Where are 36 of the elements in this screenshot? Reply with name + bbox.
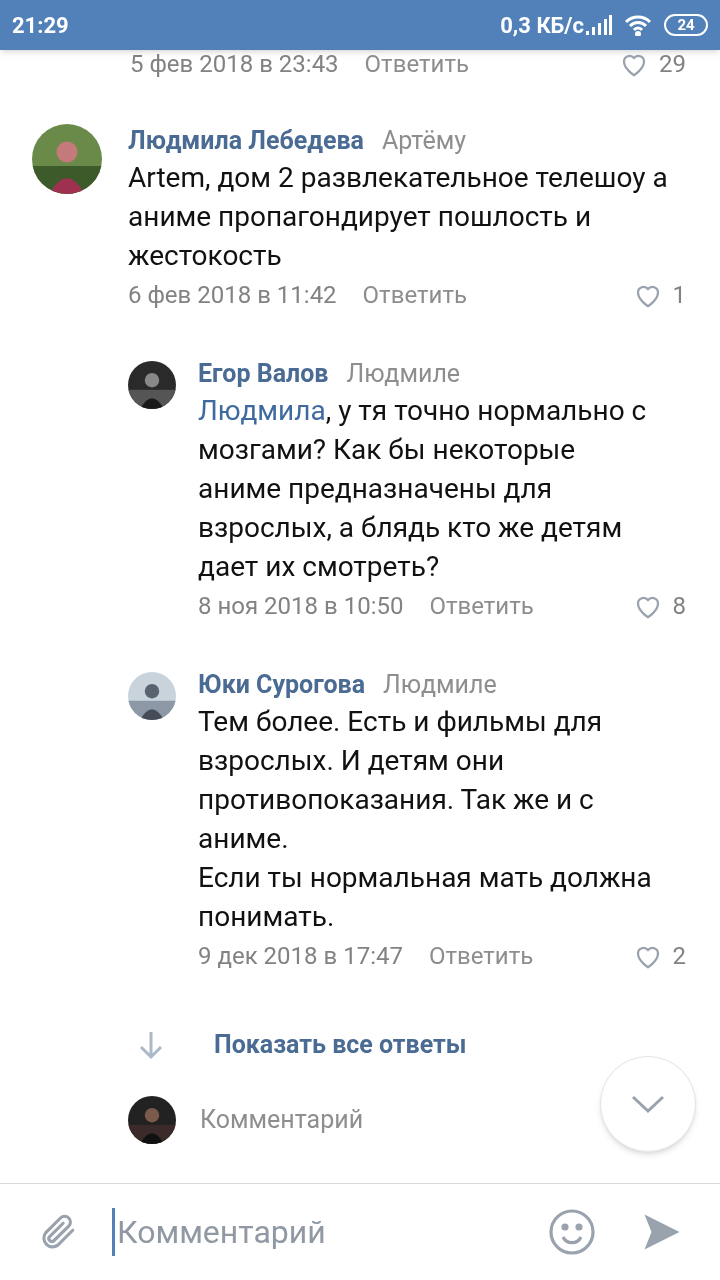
reply-input-field[interactable]: Комментарий bbox=[200, 1101, 560, 1139]
clock: 21:29 bbox=[12, 11, 69, 40]
chevron-down-icon bbox=[631, 1094, 665, 1114]
wifi-icon bbox=[624, 14, 652, 36]
avatar[interactable] bbox=[128, 672, 176, 720]
reply-button[interactable]: Ответить bbox=[429, 588, 534, 624]
comment-text: Тем более. Есть и фильмы для взрослых. И детям они противопоказания. Так же и с аниме. Если ты нормальная мать должна понимать. bbox=[198, 704, 653, 935]
like-count: 29 bbox=[659, 49, 686, 80]
reply-to: Артёму bbox=[381, 125, 466, 158]
like-count: 2 bbox=[672, 941, 686, 972]
comment-date: 8 ноя 2018 в 10:50 bbox=[198, 591, 404, 622]
like-count: 1 bbox=[672, 280, 686, 311]
show-all-replies-link[interactable]: Показать все ответы bbox=[214, 1026, 467, 1064]
comment-date: 9 дек 2018 в 17:47 bbox=[198, 941, 403, 972]
reply-button[interactable]: Ответить bbox=[428, 938, 534, 974]
arrow-down-icon bbox=[138, 1030, 164, 1060]
mention-link[interactable]: Людмила bbox=[198, 394, 326, 427]
reply-to: Людмиле bbox=[383, 669, 497, 702]
avatar[interactable] bbox=[128, 361, 176, 409]
author-name[interactable]: Людмила Лебедева bbox=[128, 122, 364, 160]
author-name[interactable]: Юки Сурогова bbox=[198, 666, 366, 704]
smiley-icon[interactable] bbox=[548, 1208, 596, 1256]
comment-text: Artem, дом 2 развлекательное телешоу а аниме пропагондирует пошлость и жестокость bbox=[128, 160, 669, 274]
battery-icon: 24 bbox=[664, 14, 708, 36]
avatar[interactable] bbox=[128, 1096, 176, 1144]
signal-icon bbox=[586, 15, 612, 35]
comment-date: 5 фев 2018 в 23:43 bbox=[130, 49, 339, 80]
reply-button[interactable]: Ответить bbox=[364, 46, 469, 82]
network-speed: 0,3 КБ/с bbox=[500, 11, 584, 40]
comment-input-field[interactable]: Комментарий bbox=[112, 1208, 512, 1256]
reply-button[interactable]: Ответить bbox=[362, 277, 467, 313]
author-name[interactable]: Егор Валов bbox=[198, 355, 329, 393]
reply-to: Людмиле bbox=[346, 358, 461, 391]
comment-date: 6 фев 2018 в 11:42 bbox=[128, 280, 337, 311]
comment-text: Людмила, у тя точно нормально с мозгами? Как бы некоторые аниме предназначены для взрослых, а блядь кто же детям дает их смотреть? bbox=[198, 393, 648, 585]
like-count: 8 bbox=[672, 591, 686, 622]
